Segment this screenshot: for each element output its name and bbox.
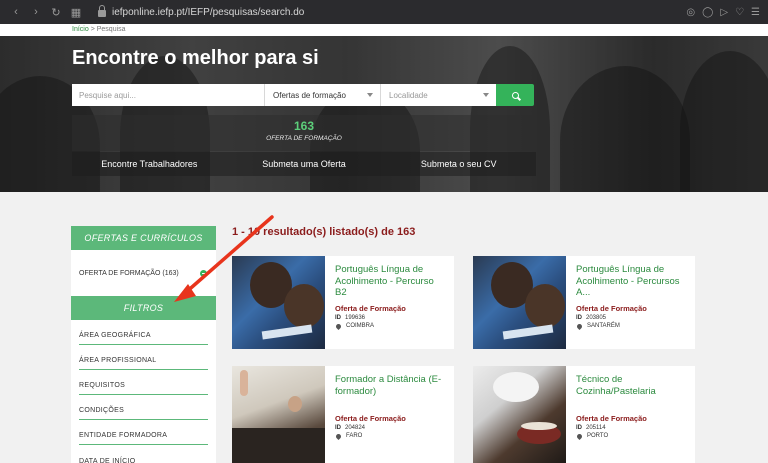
- id-label: ID: [335, 315, 341, 321]
- search-button[interactable]: [496, 84, 534, 106]
- sidebar-item-label: OFERTA DE FORMAÇÃO (163): [79, 269, 179, 277]
- id-label: ID: [576, 425, 582, 431]
- shield-icon[interactable]: ◯: [702, 7, 713, 18]
- result-count-label: OFERTA DE FORMAÇÃO: [266, 135, 342, 142]
- id-label: ID: [576, 315, 582, 321]
- location-pin-icon: [575, 432, 584, 440]
- offers-section-header: OFERTAS E CURRÍCULOS: [71, 226, 216, 250]
- menu-icon[interactable]: ☰: [751, 7, 760, 18]
- result-count-box: 163 OFERTA DE FORMAÇÃO: [72, 115, 536, 151]
- result-card[interactable]: Formador a Distância (E-formador) Oferta…: [232, 366, 454, 463]
- search-icon: [511, 91, 519, 99]
- course-image: [232, 366, 325, 463]
- course-location: SANTARÉM: [587, 323, 620, 329]
- results-summary: 1 - 10 resultado(s) listado(s) de 163: [232, 226, 416, 238]
- filter-conditions[interactable]: CONDIÇÕES: [79, 395, 208, 420]
- search-bar: Ofertas de formação Localidade: [72, 84, 534, 106]
- breadcrumb-separator: >: [90, 26, 95, 33]
- course-id: 205114: [586, 425, 606, 431]
- page-title: Encontre o melhor para si: [72, 47, 319, 69]
- result-card[interactable]: Português Língua de Acolhimento - Percur…: [232, 256, 454, 349]
- location-pin-icon: [575, 322, 584, 330]
- filter-geographic-area[interactable]: ÁREA GEOGRÁFICA: [79, 320, 208, 345]
- grid-icon[interactable]: ▦: [68, 6, 84, 19]
- offer-type-label: Oferta de Formação: [335, 414, 406, 423]
- offer-type-label: Oferta de Formação: [576, 414, 647, 423]
- course-title[interactable]: Formador a Distância (E-formador): [335, 374, 446, 409]
- chevron-down-icon: [367, 93, 373, 97]
- course-id: 199636: [345, 315, 366, 321]
- hero-banner: Encontre o melhor para si Ofertas de for…: [0, 36, 768, 192]
- find-workers-link[interactable]: Encontre Trabalhadores: [72, 152, 227, 176]
- sidebar-item-training-offer[interactable]: OFERTA DE FORMAÇÃO (163): [71, 250, 216, 296]
- filter-training-entity[interactable]: ENTIDADE FORMADORA: [79, 420, 208, 445]
- back-icon[interactable]: ‹: [8, 6, 24, 18]
- chevron-down-icon: [483, 93, 489, 97]
- location-select[interactable]: Localidade: [380, 84, 496, 106]
- send-icon[interactable]: ▷: [720, 7, 728, 18]
- filter-sidebar: OFERTAS E CURRÍCULOS OFERTA DE FORMAÇÃO …: [71, 226, 216, 463]
- result-count: 163: [293, 119, 315, 133]
- breadcrumb-current: Pesquisa: [96, 26, 126, 33]
- lock-icon: [98, 5, 106, 17]
- reload-icon[interactable]: ↻: [48, 6, 64, 19]
- submit-offer-link[interactable]: Submeta uma Oferta: [227, 152, 382, 176]
- browser-toolbar: ‹ › ↻ ▦ iefponline.iefp.pt/IEFP/pesquisa…: [0, 0, 768, 24]
- url-text: iefponline.iefp.pt/IEFP/pesquisas/search…: [112, 6, 305, 18]
- offer-type-label: Oferta de Formação: [576, 304, 647, 313]
- course-image: [473, 256, 566, 349]
- filter-professional-area[interactable]: ÁREA PROFISSIONAL: [79, 345, 208, 370]
- course-location: PORTO: [587, 433, 609, 439]
- location-pin-icon: [334, 322, 343, 330]
- heart-icon[interactable]: ♡: [735, 7, 744, 18]
- filter-start-date[interactable]: DATA DE INÍCIO: [79, 445, 208, 463]
- course-id: 203805: [586, 315, 607, 321]
- filter-requirements[interactable]: REQUISITOS: [79, 370, 208, 395]
- filters-section-header: FILTROS: [71, 296, 216, 320]
- course-image: [473, 366, 566, 463]
- course-title[interactable]: Português Língua de Acolhimento - Percur…: [335, 264, 446, 299]
- remove-filter-icon[interactable]: [200, 269, 207, 277]
- result-card[interactable]: Técnico de Cozinha/Pastelaria Oferta de …: [473, 366, 695, 463]
- course-location: COIMBRA: [346, 323, 375, 329]
- offer-type-select[interactable]: Ofertas de formação: [264, 84, 380, 106]
- id-label: ID: [335, 425, 341, 431]
- forward-icon[interactable]: ›: [28, 6, 44, 18]
- course-image: [232, 256, 325, 349]
- offer-type-label: Oferta de Formação: [335, 304, 406, 313]
- search-input[interactable]: [72, 84, 264, 106]
- submit-cv-link[interactable]: Submeta o seu CV: [381, 152, 536, 176]
- location-pin-icon: [334, 432, 343, 440]
- address-bar[interactable]: iefponline.iefp.pt/IEFP/pesquisas/search…: [98, 5, 305, 18]
- offer-type-value: Ofertas de formação: [273, 90, 346, 100]
- camera-icon[interactable]: ◎: [686, 7, 695, 18]
- breadcrumb-home-link[interactable]: Início: [72, 26, 89, 33]
- result-card[interactable]: Português Língua de Acolhimento - Percur…: [473, 256, 695, 349]
- action-links: Encontre Trabalhadores Submeta uma Ofert…: [72, 152, 536, 176]
- course-title[interactable]: Português Língua de Acolhimento - Percur…: [576, 264, 687, 299]
- location-value: Localidade: [389, 90, 428, 100]
- breadcrumb: Início > Pesquisa: [0, 24, 768, 36]
- course-title[interactable]: Técnico de Cozinha/Pastelaria: [576, 374, 687, 409]
- course-location: FARO: [346, 433, 363, 439]
- course-id: 204824: [345, 425, 366, 431]
